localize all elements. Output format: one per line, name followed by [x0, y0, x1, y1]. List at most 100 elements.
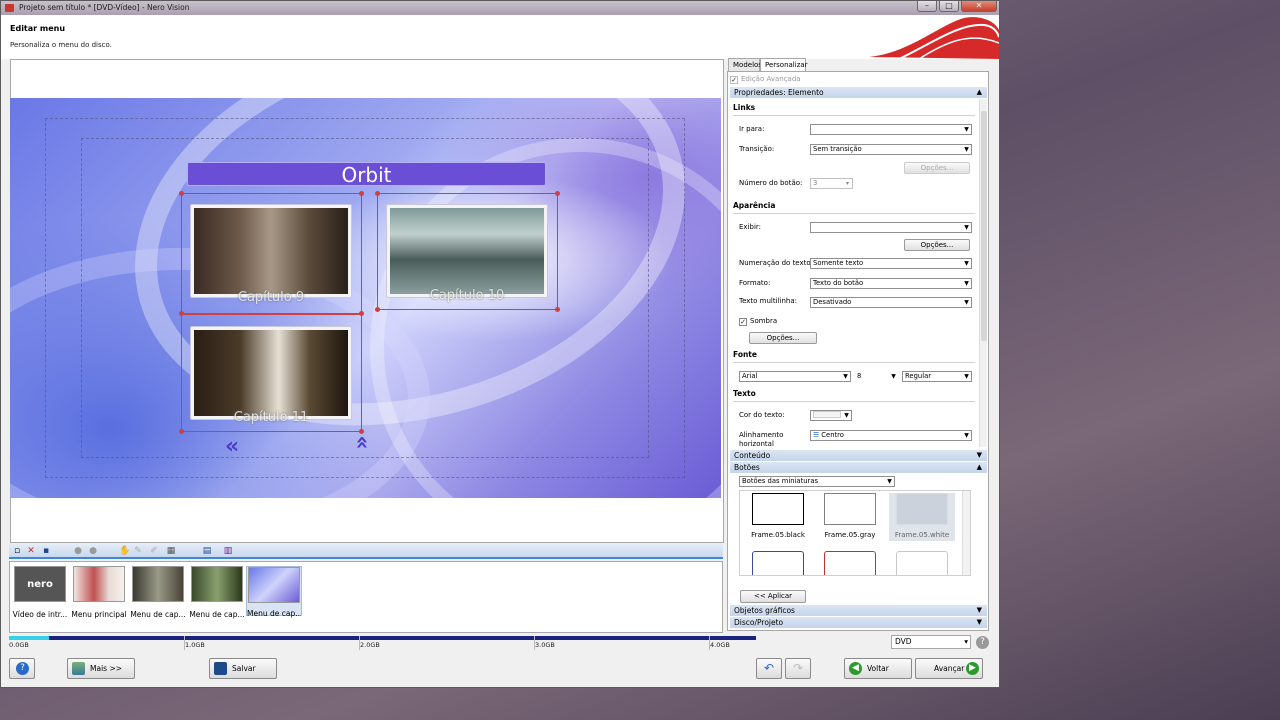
text-numbering-select[interactable]: Somente texto ▼ — [810, 258, 972, 269]
help-icon[interactable]: ? — [976, 636, 989, 649]
tab-templates[interactable]: Modelos — [728, 58, 762, 71]
preview-toolbar: ▫ ✕ ▪ ● ● ✋ ✎ ✐ ▦ ▤ ▥ — [9, 543, 723, 559]
font-size-select[interactable]: 8 ▼ — [854, 371, 899, 382]
timeline-item[interactable]: nero Vídeo de intr... — [12, 566, 68, 619]
font-style-select[interactable]: Regular ▼ — [902, 371, 972, 382]
maximize-button[interactable]: □ — [939, 1, 959, 12]
more-icon — [72, 662, 85, 675]
hand-icon[interactable]: ✋ — [119, 546, 130, 556]
help-icon: ? — [16, 662, 29, 675]
frame-option[interactable] — [817, 551, 883, 575]
menu-title[interactable]: Orbit — [187, 162, 546, 187]
undo-button[interactable]: ↶ — [756, 658, 782, 679]
timeline-item-selected[interactable]: Menu de cap... — [246, 566, 302, 618]
resize-handle[interactable] — [179, 311, 184, 316]
chevron-down-icon: ▼ — [964, 260, 969, 267]
timeline-item[interactable]: Menu de cap... — [130, 566, 186, 619]
edit-icon[interactable]: ✎ — [133, 546, 143, 556]
selection-box[interactable] — [377, 193, 558, 310]
page-title: Editar menu — [10, 24, 66, 33]
appearance-options-button[interactable]: Opções... — [904, 239, 970, 251]
format-select[interactable]: Texto do botão ▼ — [810, 278, 972, 289]
properties-section-header[interactable]: Propriedades: Elemento ▲ — [730, 87, 987, 98]
up-arrow-icon[interactable]: » — [350, 435, 375, 449]
shadow-checkbox[interactable]: ✓ Sombra — [739, 317, 777, 326]
save-icon[interactable]: ▪ — [41, 546, 51, 556]
redo-button[interactable]: ↷ — [785, 658, 811, 679]
content-section-header[interactable]: Conteúdo ▼ — [730, 450, 987, 461]
stop-icon[interactable]: ● — [88, 546, 98, 556]
transition-select[interactable]: Sem transição ▼ — [810, 144, 972, 155]
help-button[interactable]: ? — [9, 658, 35, 679]
button-number-select[interactable]: 3 ▾ — [810, 178, 853, 189]
frame-preview — [896, 493, 948, 525]
menu-timeline: nero Vídeo de intr... Menu principal Men… — [9, 561, 723, 633]
resize-handle[interactable] — [359, 191, 364, 196]
show-select[interactable]: ▼ — [810, 222, 972, 233]
frame-preview — [824, 551, 876, 575]
frame-option[interactable] — [889, 551, 955, 575]
selection-box[interactable] — [181, 193, 362, 314]
next-button[interactable]: Avançar ▶ — [915, 658, 983, 679]
title-bar[interactable]: Projeto sem título * [DVD-Vídeo] - Nero … — [1, 1, 999, 15]
selection-box[interactable] — [181, 314, 362, 432]
pen-icon[interactable]: ✐ — [149, 546, 159, 556]
transition-options-button[interactable]: Opções... — [904, 162, 970, 174]
buttons-type-select[interactable]: Botões das miniaturas ▼ — [739, 476, 895, 487]
chevron-down-icon: ▼ — [891, 373, 896, 380]
text-color-picker[interactable]: ▼ — [810, 410, 852, 421]
minimize-button[interactable]: – — [917, 1, 937, 12]
frame-option[interactable]: Frame.05.black — [745, 493, 811, 541]
frame-option[interactable]: Frame.05.gray — [817, 493, 883, 541]
capacity-tick: 3.0GB — [535, 641, 555, 649]
frame-gallery-scrollbar[interactable] — [962, 491, 970, 575]
back-button[interactable]: ◀ Voltar — [844, 658, 912, 679]
horizontal-alignment-select[interactable]: ☰ Centro ▼ — [810, 430, 972, 441]
resize-handle[interactable] — [555, 191, 560, 196]
resize-handle[interactable] — [375, 307, 380, 312]
resize-handle[interactable] — [359, 311, 364, 316]
save-button[interactable]: Salvar — [209, 658, 277, 679]
disc-type-select[interactable]: DVD ▾ — [891, 635, 971, 649]
more-button[interactable]: Mais >> — [67, 658, 135, 679]
main-menu-thumbnail — [73, 566, 125, 602]
play-icon[interactable]: ● — [73, 546, 83, 556]
chapter-menu-thumbnail — [132, 566, 184, 602]
new-icon[interactable]: ▫ — [12, 546, 22, 556]
scrollbar-thumb[interactable] — [981, 111, 987, 341]
delete-icon[interactable]: ✕ — [26, 546, 36, 556]
tab-customize[interactable]: Personalizar — [760, 58, 808, 71]
previous-page-arrow-icon[interactable]: « — [225, 434, 239, 459]
graphic-objects-section-header[interactable]: Objetos gráficos ▼ — [730, 605, 987, 616]
apply-button[interactable]: << Aplicar — [740, 590, 806, 603]
grid-icon[interactable]: ▥ — [223, 546, 233, 556]
resize-handle[interactable] — [555, 307, 560, 312]
timeline-item[interactable]: Menu de cap... — [189, 566, 245, 619]
resize-handle[interactable] — [359, 429, 364, 434]
shadow-options-button[interactable]: Opções... — [749, 332, 817, 344]
resize-handle[interactable] — [375, 191, 380, 196]
multiline-select[interactable]: Desativado ▼ — [810, 297, 972, 308]
resize-handle[interactable] — [179, 429, 184, 434]
frame-option[interactable] — [745, 551, 811, 575]
font-family-select[interactable]: Arial ▼ — [739, 371, 851, 382]
resize-handle[interactable] — [179, 191, 184, 196]
timeline-item[interactable]: Menu principal — [71, 566, 127, 619]
layout-icon[interactable]: ▦ — [166, 546, 176, 556]
properties-scrollbar[interactable] — [979, 99, 987, 447]
frame-option-selected[interactable]: Frame.05.white — [889, 493, 955, 541]
disc-project-section-header[interactable]: Disco/Projeto ▼ — [730, 617, 987, 628]
redo-icon: ↷ — [793, 661, 804, 675]
arrange-icon[interactable]: ▤ — [202, 546, 212, 556]
go-to-select[interactable]: ▼ — [810, 124, 972, 135]
close-button[interactable]: ✕ — [961, 1, 997, 12]
color-swatch — [813, 411, 841, 418]
chevron-down-icon: ▼ — [964, 224, 969, 231]
disc-capacity-bar: 0.0GB 1.0GB 2.0GB 3.0GB 4.0GB — [9, 636, 779, 650]
capacity-tick: 1.0GB — [185, 641, 205, 649]
undo-icon: ↶ — [764, 661, 775, 675]
nero-app-icon — [5, 4, 14, 12]
chevron-down-icon: ▼ — [964, 373, 969, 380]
advanced-edit-checkbox[interactable]: ✓ Edição Avançada — [730, 75, 801, 84]
buttons-section-header[interactable]: Botões ▲ — [730, 462, 987, 473]
